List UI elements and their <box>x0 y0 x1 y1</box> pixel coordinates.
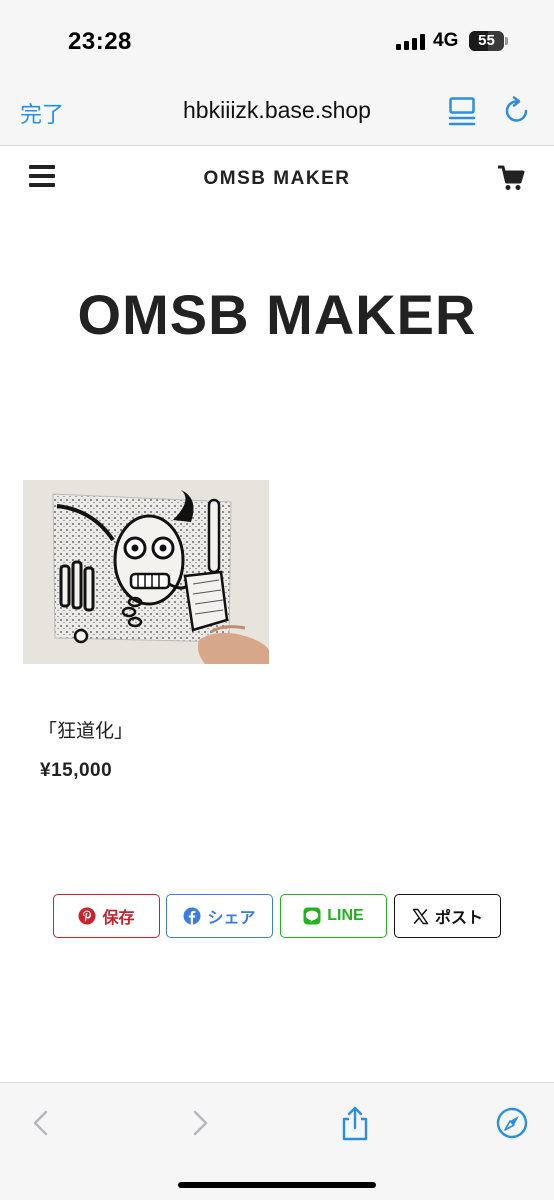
pinterest-save-button[interactable]: 保存 <box>53 894 160 938</box>
line-share-button[interactable]: LINE <box>280 894 387 938</box>
site-header: OMSB MAKER <box>0 146 554 212</box>
back-icon[interactable] <box>24 1105 58 1141</box>
browser-address-bar: 完了 hbkiiizk.base.shop <box>0 80 554 146</box>
x-post-button[interactable]: ポスト <box>394 894 501 938</box>
done-button[interactable]: 完了 <box>20 97 64 129</box>
x-icon <box>412 908 429 924</box>
share-buttons: 保存 シェア LINE ポスト <box>53 894 501 938</box>
product-price: ¥15,000 <box>40 760 113 781</box>
artwork-photo <box>23 480 269 664</box>
battery-icon: 55 <box>469 31 509 51</box>
forward-icon[interactable] <box>183 1105 217 1141</box>
status-time: 23:28 <box>68 28 132 55</box>
home-indicator[interactable] <box>178 1182 376 1188</box>
share-label-facebook: シェア <box>207 910 256 927</box>
shop-logo[interactable]: OMSB MAKER <box>0 282 554 347</box>
safari-compass-icon[interactable] <box>495 1105 529 1141</box>
share-label-x: ポスト <box>434 910 483 927</box>
share-label-line: LINE <box>327 907 364 924</box>
hamburger-menu-icon[interactable] <box>29 165 57 189</box>
share-label-save: 保存 <box>102 910 135 927</box>
signal-bars-icon <box>396 34 426 50</box>
reader-view-icon[interactable] <box>448 96 476 126</box>
network-type: 4G <box>433 30 459 51</box>
pinterest-icon <box>78 907 96 925</box>
facebook-share-button[interactable]: シェア <box>166 894 273 938</box>
battery-level: 55 <box>478 32 495 49</box>
line-icon <box>303 907 321 925</box>
facebook-icon <box>183 907 201 925</box>
site-header-title[interactable]: OMSB MAKER <box>100 168 454 190</box>
product-name[interactable]: 「狂道化」 <box>38 716 133 743</box>
reload-icon[interactable] <box>502 95 532 125</box>
cart-icon[interactable] <box>497 164 525 192</box>
url-field[interactable]: hbkiiizk.base.shop <box>130 97 424 124</box>
share-icon[interactable] <box>338 1105 372 1141</box>
product-image[interactable] <box>23 480 269 664</box>
status-bar: 23:28 4G 55 <box>0 0 554 80</box>
